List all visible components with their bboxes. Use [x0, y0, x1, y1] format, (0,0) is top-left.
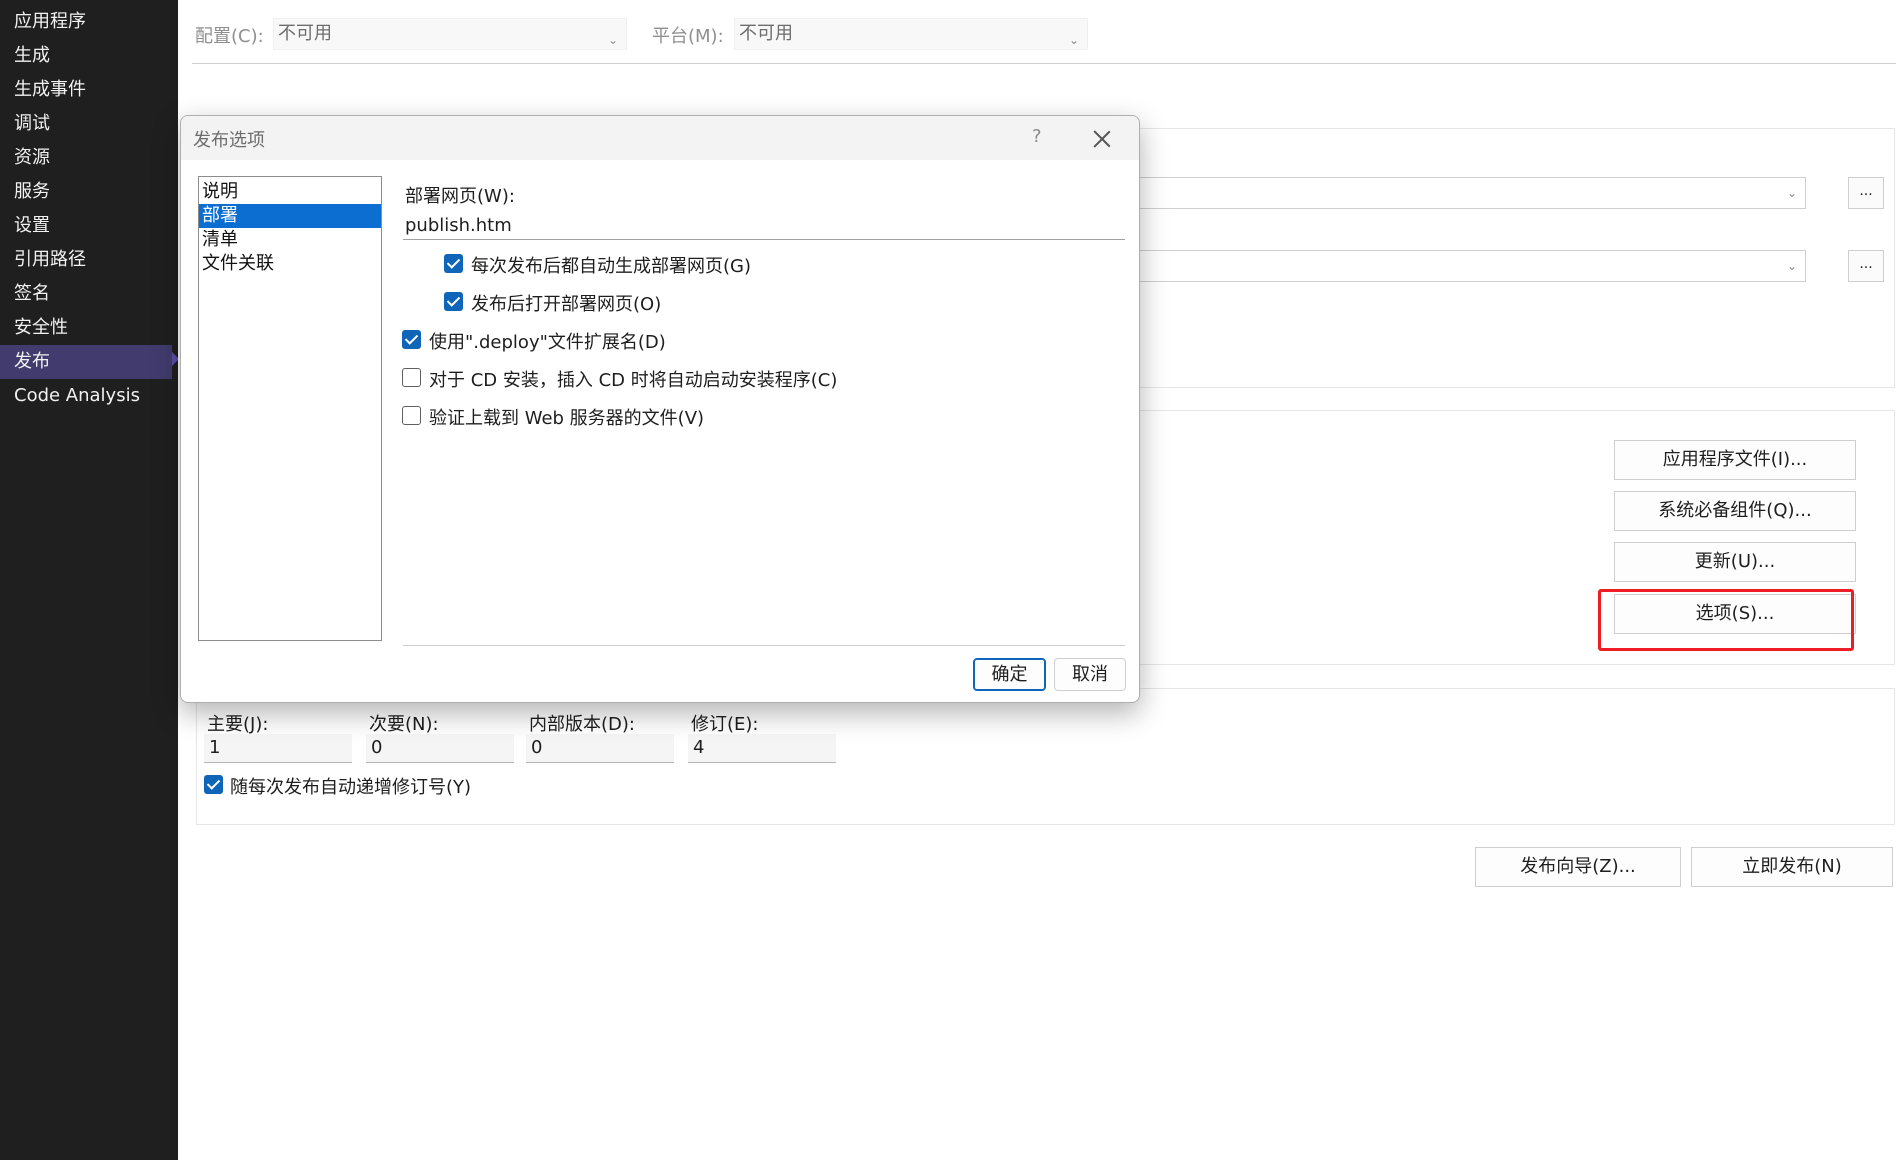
prerequisites-button[interactable]: 系统必备组件(Q)...: [1614, 491, 1856, 531]
minor-version-input[interactable]: 0: [366, 734, 514, 763]
updates-button[interactable]: 更新(U)...: [1614, 542, 1856, 582]
browse-install-folder-button[interactable]: ...: [1848, 250, 1884, 282]
major-version-label: 主要(J):: [207, 714, 269, 735]
auto-generate-page-label: 每次发布后都自动生成部署网页(G): [471, 256, 751, 277]
sidebar-item-publish[interactable]: 发布: [0, 345, 172, 379]
verify-uploaded-files-label: 验证上载到 Web 服务器的文件(V): [429, 408, 705, 429]
chevron-down-icon: ⌄: [1786, 186, 1797, 200]
dialog-button-divider: [403, 645, 1125, 646]
category-item-deployment[interactable]: 部署: [199, 204, 381, 228]
auto-generate-page-checkbox[interactable]: [444, 254, 463, 273]
options-category-list[interactable]: 说明 部署 清单 文件关联: [198, 176, 382, 641]
revision-label: 修订(E):: [691, 714, 759, 735]
verify-uploaded-files-checkbox[interactable]: [402, 406, 421, 425]
deployment-page-label: 部署网页(W):: [405, 186, 515, 207]
configuration-label: 配置(C):: [195, 26, 264, 47]
platform-select[interactable]: 不可用 ⌄: [734, 18, 1088, 50]
browse-publish-folder-button[interactable]: ...: [1848, 177, 1884, 209]
chevron-down-icon: ⌄: [1068, 33, 1079, 47]
help-icon[interactable]: ?: [1032, 126, 1042, 147]
build-version-label: 内部版本(D):: [529, 714, 635, 735]
application-files-button[interactable]: 应用程序文件(I)...: [1614, 440, 1856, 480]
open-page-after-publish-checkbox[interactable]: [444, 292, 463, 311]
sidebar-item-resources[interactable]: 资源: [0, 141, 172, 175]
configuration-select[interactable]: 不可用 ⌄: [273, 18, 627, 50]
publish-folder-combo[interactable]: ⌄: [1138, 177, 1806, 209]
open-page-after-publish-label: 发布后打开部署网页(O): [471, 294, 662, 315]
revision-input[interactable]: 4: [688, 734, 836, 763]
configuration-value: 不可用: [278, 23, 332, 44]
chevron-down-icon: ⌄: [607, 33, 618, 47]
sidebar-item-services[interactable]: 服务: [0, 175, 172, 209]
auto-increment-checkbox[interactable]: [204, 775, 223, 794]
cd-autostart-checkbox[interactable]: [402, 368, 421, 387]
chevron-down-icon: ⌄: [1786, 259, 1797, 273]
toolbar-divider: [192, 63, 1896, 64]
sidebar-item-debug[interactable]: 调试: [0, 107, 172, 141]
platform-label: 平台(M):: [652, 26, 724, 47]
sidebar-item-build-events[interactable]: 生成事件: [0, 73, 172, 107]
ok-button[interactable]: 确定: [973, 658, 1046, 691]
category-item-manifests[interactable]: 清单: [199, 228, 381, 252]
deploy-extension-label: 使用".deploy"文件扩展名(D): [429, 332, 666, 353]
publish-now-button[interactable]: 立即发布(N): [1691, 847, 1893, 887]
publish-wizard-button[interactable]: 发布向导(Z)...: [1475, 847, 1681, 887]
options-button-highlight: [1598, 589, 1854, 651]
major-version-input[interactable]: 1: [204, 734, 352, 763]
project-properties-sidebar: 应用程序 生成 生成事件 调试 资源 服务 设置 引用路径 签名 安全性 发布 …: [0, 0, 179, 1160]
category-item-file-associations[interactable]: 文件关联: [199, 252, 381, 276]
sidebar-item-code-analysis[interactable]: Code Analysis: [0, 379, 172, 413]
cd-autostart-label: 对于 CD 安装，插入 CD 时将自动启动安装程序(C): [429, 370, 838, 391]
sidebar-item-build[interactable]: 生成: [0, 39, 172, 73]
auto-increment-label: 随每次发布自动递增修订号(Y): [230, 777, 472, 798]
sidebar-item-application[interactable]: 应用程序: [0, 5, 172, 39]
publish-options-dialog: 发布选项 ? 说明 部署 清单 文件关联 部署网页(W): publish.ht…: [180, 115, 1140, 703]
install-folder-combo[interactable]: ⌄: [1138, 250, 1806, 282]
close-icon[interactable]: [1093, 130, 1111, 148]
sidebar-item-reference-paths[interactable]: 引用路径: [0, 243, 172, 277]
category-item-description[interactable]: 说明: [199, 180, 381, 204]
dialog-title: 发布选项: [193, 130, 265, 151]
deployment-page-input[interactable]: publish.htm: [403, 212, 1125, 240]
sidebar-item-settings[interactable]: 设置: [0, 209, 172, 243]
deploy-extension-checkbox[interactable]: [402, 330, 421, 349]
platform-value: 不可用: [739, 23, 793, 44]
cancel-button[interactable]: 取消: [1054, 658, 1126, 691]
dialog-titlebar: 发布选项 ?: [181, 116, 1139, 160]
build-version-input[interactable]: 0: [526, 734, 674, 763]
minor-version-label: 次要(N):: [369, 714, 439, 735]
sidebar-item-security[interactable]: 安全性: [0, 311, 172, 345]
sidebar-item-signing[interactable]: 签名: [0, 277, 172, 311]
